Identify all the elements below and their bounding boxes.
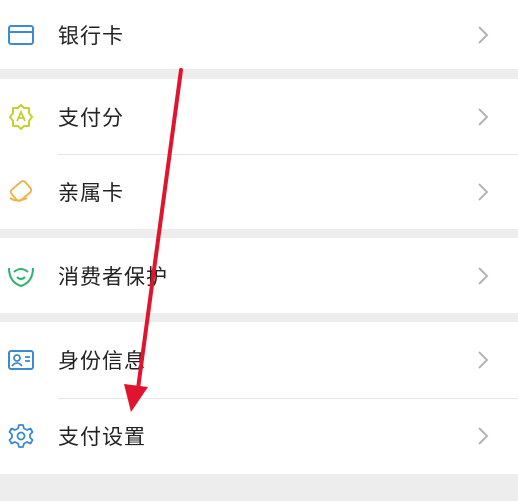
consumer-protection-icon	[6, 261, 36, 291]
menu-item-family-card[interactable]: 亲属卡	[0, 154, 518, 229]
menu-item-pay-score[interactable]: 支付分	[0, 79, 518, 154]
chevron-right-icon	[474, 423, 492, 449]
menu-item-payment-settings[interactable]: 支付设置	[0, 398, 518, 474]
group-score: 支付分 亲属卡	[0, 79, 518, 229]
menu-item-label: 消费者保护	[58, 264, 168, 289]
menu-item-label: 亲属卡	[58, 180, 124, 205]
menu-item-consumer-protection[interactable]: 消费者保护	[0, 238, 518, 313]
group-settings: 身份信息 支付设置	[0, 322, 518, 474]
chevron-right-icon	[474, 263, 492, 289]
bank-card-icon	[6, 20, 36, 50]
group-bank: 银行卡	[0, 0, 518, 69]
chevron-right-icon	[474, 179, 492, 205]
menu-item-label: 身份信息	[58, 349, 146, 373]
gear-icon	[6, 421, 36, 451]
chevron-right-icon	[474, 22, 492, 48]
identity-info-icon	[6, 345, 36, 375]
group-protection: 消费者保护	[0, 238, 518, 313]
family-card-icon	[6, 177, 36, 207]
menu-item-bank-card[interactable]: 银行卡	[0, 0, 518, 69]
menu-item-label: 支付分	[58, 105, 124, 130]
menu-item-label: 支付设置	[58, 425, 146, 449]
menu-item-identity-info[interactable]: 身份信息	[0, 322, 518, 398]
chevron-right-icon	[474, 347, 492, 373]
menu-item-label: 银行卡	[58, 23, 124, 48]
chevron-right-icon	[474, 104, 492, 130]
pay-score-icon	[6, 102, 36, 132]
